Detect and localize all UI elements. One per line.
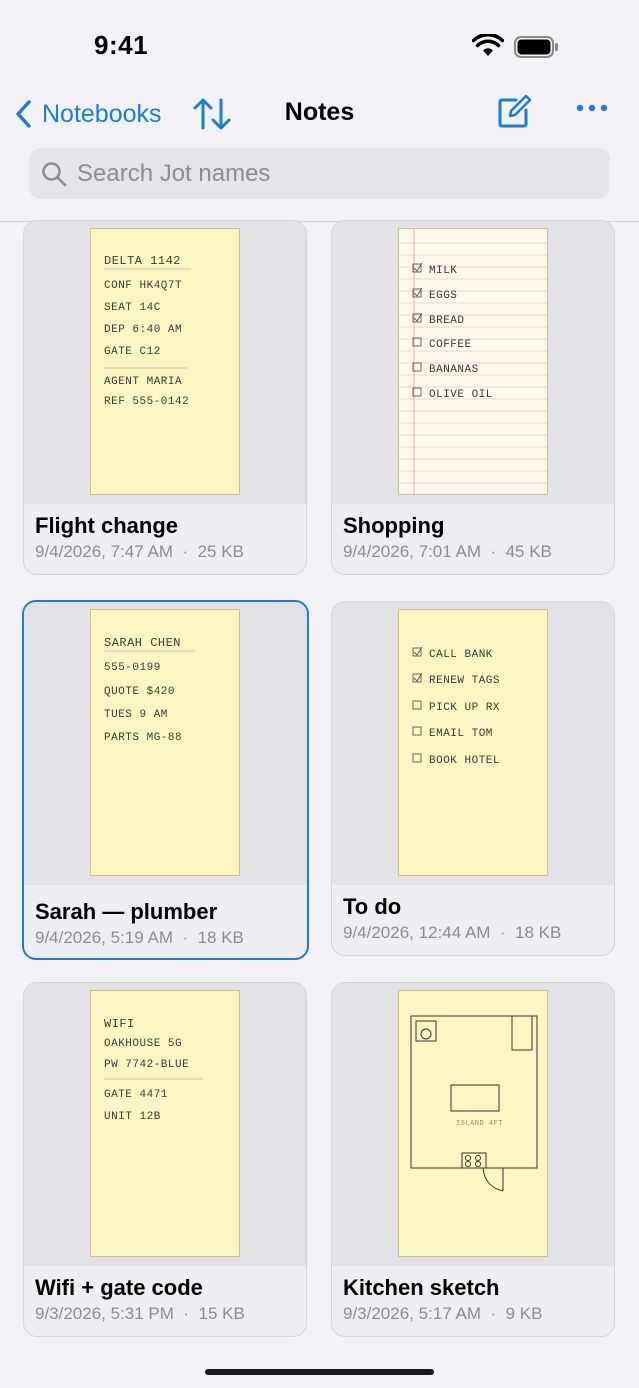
note-page-preview: ISLAND 4FT xyxy=(398,990,548,1257)
sketch-line: EGGS xyxy=(429,290,457,302)
sketch-line: QUOTE $420 xyxy=(104,686,175,698)
sketch-line: UNIT 12B xyxy=(104,1111,161,1123)
status-time: 9:41 xyxy=(94,30,149,60)
note-meta: 9/3/2026, 5:17 AM · 9 KB xyxy=(343,1304,542,1324)
sketch-line: DELTA 1142 xyxy=(104,254,181,268)
search-input[interactable] xyxy=(75,158,579,189)
sketch-line: WIFI xyxy=(104,1017,135,1031)
sketch-line: ISLAND 4FT xyxy=(456,1120,503,1128)
note-name: Shopping xyxy=(343,513,445,538)
note-size: 18 KB xyxy=(515,923,562,942)
note-meta: 9/4/2026, 7:01 AM · 45 KB xyxy=(343,542,552,562)
battery-icon xyxy=(514,36,558,58)
note-page-preview: CALL BANK RENEW TAGS PICK UP RX EMAIL TO… xyxy=(398,609,548,876)
navigation-bar: Notebooks Notes xyxy=(0,90,639,140)
note-date: 9/3/2026, 5:17 AM xyxy=(343,1304,481,1323)
note-name: To do xyxy=(343,894,402,919)
sketch-line: REF 555-0142 xyxy=(104,396,189,408)
note-date: 9/3/2026, 5:31 PM xyxy=(35,1304,174,1323)
back-button[interactable]: Notebooks xyxy=(14,96,162,132)
sketch-line: GATE C12 xyxy=(104,346,161,358)
sketch-line: SARAH CHEN xyxy=(104,636,181,650)
note-size: 18 KB xyxy=(197,928,244,947)
note-date: 9/4/2026, 7:47 AM xyxy=(35,542,173,561)
sketch-line: 555-0199 xyxy=(104,662,161,674)
note-name: Wifi + gate code xyxy=(35,1275,203,1300)
sketch-line: RENEW TAGS xyxy=(429,675,500,687)
note-meta: 9/4/2026, 7:47 AM · 25 KB xyxy=(35,542,244,562)
sketch-line: COFFEE xyxy=(429,339,472,351)
chevron-left-icon xyxy=(16,100,31,128)
note-name: Kitchen sketch xyxy=(343,1275,500,1300)
note-size: 9 KB xyxy=(505,1304,543,1323)
note-page-preview: DELTA 1142 CONF HK4Q7T SEAT 14C DEP 6:40… xyxy=(90,228,240,495)
sketch-line: BANANAS xyxy=(429,364,479,376)
note-page-preview: SARAH CHEN 555-0199 QUOTE $420 TUES 9 AM… xyxy=(90,609,240,876)
note-size: 15 KB xyxy=(198,1304,245,1323)
meta-separator: · xyxy=(490,1304,497,1323)
sketch-line: PICK UP RX xyxy=(429,702,500,714)
home-indicator xyxy=(205,1369,434,1375)
sketch-line: SEAT 14C xyxy=(104,302,161,314)
note-date: 9/4/2026, 7:01 AM xyxy=(343,542,481,561)
note-size: 45 KB xyxy=(505,542,552,561)
sketch-line: BOOK HOTEL xyxy=(429,755,500,767)
sketch-line: GATE 4471 xyxy=(104,1089,168,1101)
sketch-line: AGENT MARIA xyxy=(104,376,182,388)
note-thumbnail: ISLAND 4FT xyxy=(332,983,614,1266)
note-name: Flight change xyxy=(35,513,178,538)
note-thumbnail: MILK EGGS BREAD COFFEE BANANAS OLIVE OIL xyxy=(332,221,614,504)
note-meta: 9/3/2026, 5:31 PM · 15 KB xyxy=(35,1304,245,1324)
sort-arrows-icon[interactable] xyxy=(192,96,232,132)
note-size: 25 KB xyxy=(197,542,244,561)
compose-icon[interactable] xyxy=(496,94,532,130)
meta-separator: · xyxy=(183,1304,190,1323)
note-thumbnail: CALL BANK RENEW TAGS PICK UP RX EMAIL TO… xyxy=(332,602,614,885)
sketch-line: CALL BANK xyxy=(429,649,493,661)
note-card-kitchen-sketch[interactable]: ISLAND 4FT Kitchen sketch 9/3/2026, 5:17… xyxy=(331,982,615,1337)
note-page-preview: MILK EGGS BREAD COFFEE BANANAS OLIVE OIL xyxy=(398,228,549,496)
sketch-line: CONF HK4Q7T xyxy=(104,280,182,292)
sketch-line: OAKHOUSE 5G xyxy=(104,1038,182,1050)
wifi-icon xyxy=(472,34,504,56)
status-bar: 9:41 xyxy=(0,0,639,90)
sketch-line: BREAD xyxy=(429,315,465,327)
note-page-preview: WIFI OAKHOUSE 5G PW 7742-BLUE GATE 4471 … xyxy=(90,990,240,1257)
back-button-label: Notebooks xyxy=(42,99,162,128)
note-card-wifi-gate-code[interactable]: WIFI OAKHOUSE 5G PW 7742-BLUE GATE 4471 … xyxy=(23,982,307,1337)
ellipsis-icon[interactable] xyxy=(575,102,609,114)
sketch-line: EMAIL TOM xyxy=(429,728,493,740)
sketch-line: PARTS MG-88 xyxy=(104,732,182,744)
sketch-line: TUES 9 AM xyxy=(104,709,168,721)
search-icon xyxy=(42,161,67,186)
sketch-line: MILK xyxy=(429,265,457,277)
note-thumbnail: WIFI OAKHOUSE 5G PW 7742-BLUE GATE 4471 … xyxy=(24,983,306,1266)
note-thumbnail: SARAH CHEN 555-0199 QUOTE $420 TUES 9 AM… xyxy=(24,602,307,885)
sketch-line: DEP 6:40 AM xyxy=(104,324,182,336)
sketch-line: PW 7742-BLUE xyxy=(104,1059,189,1071)
note-thumbnail: DELTA 1142 CONF HK4Q7T SEAT 14C DEP 6:40… xyxy=(24,221,306,504)
note-date: 9/4/2026, 12:44 AM xyxy=(343,923,491,942)
note-card-sarah-plumber[interactable]: SARAH CHEN 555-0199 QUOTE $420 TUES 9 AM… xyxy=(22,600,309,960)
meta-separator: · xyxy=(499,923,506,942)
note-meta: 9/4/2026, 12:44 AM · 18 KB xyxy=(343,923,561,943)
note-card-to-do[interactable]: CALL BANK RENEW TAGS PICK UP RX EMAIL TO… xyxy=(331,601,615,956)
note-date: 9/4/2026, 5:19 AM xyxy=(35,928,173,947)
note-meta: 9/4/2026, 5:19 AM · 18 KB xyxy=(35,928,244,948)
meta-separator: · xyxy=(182,928,189,947)
search-bar xyxy=(29,148,610,199)
note-card-shopping[interactable]: MILK EGGS BREAD COFFEE BANANAS OLIVE OIL… xyxy=(331,220,615,575)
note-name: Sarah — plumber xyxy=(35,899,218,924)
meta-separator: · xyxy=(182,542,189,561)
meta-separator: · xyxy=(490,542,497,561)
note-card-flight-change[interactable]: DELTA 1142 CONF HK4Q7T SEAT 14C DEP 6:40… xyxy=(23,220,307,575)
sketch-line: OLIVE OIL xyxy=(429,389,493,401)
